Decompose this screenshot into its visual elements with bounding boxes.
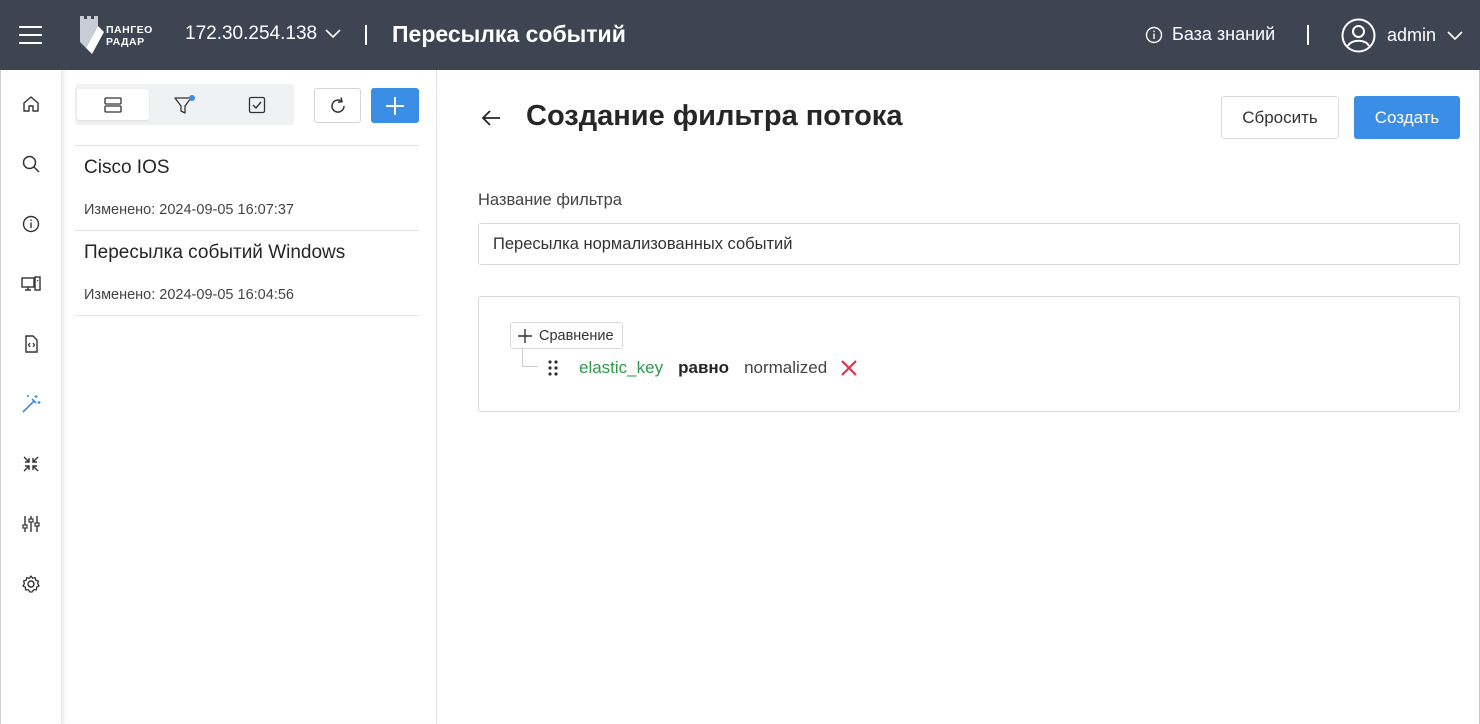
rule-operator[interactable]: равно xyxy=(678,358,729,378)
collapse-icon[interactable] xyxy=(19,452,43,476)
create-button[interactable]: Создать xyxy=(1354,96,1460,139)
add-comparison-button[interactable]: Сравнение xyxy=(510,322,623,349)
refresh-icon xyxy=(330,96,345,113)
rule-field[interactable]: elastic_key xyxy=(579,358,663,378)
filters-tab[interactable] xyxy=(149,89,221,120)
code-file-icon[interactable] xyxy=(19,332,43,356)
host-label: 172.30.254.138 xyxy=(185,23,318,44)
filter-name-input[interactable] xyxy=(478,223,1460,265)
plus-icon xyxy=(518,328,532,343)
list-item-modified: Изменено: 2024-09-05 16:07:37 xyxy=(84,202,294,218)
page-title: Создание фильтра потока xyxy=(526,100,903,132)
knowledge-base-label: База знаний xyxy=(1172,24,1276,44)
checkbox-icon xyxy=(248,96,266,113)
knowledge-base-link[interactable]: База знаний xyxy=(1145,24,1275,45)
tree-connector xyxy=(522,349,538,367)
home-icon[interactable] xyxy=(19,92,43,116)
logo: ПАНГЕО РАДАР xyxy=(78,14,168,56)
search-icon[interactable] xyxy=(19,152,43,176)
settings-icon[interactable] xyxy=(19,572,43,596)
user-menu[interactable]: admin xyxy=(1341,18,1463,53)
drag-handle-icon[interactable] xyxy=(547,359,559,377)
tasks-tab[interactable] xyxy=(221,89,293,120)
list-rows-icon xyxy=(104,96,122,113)
host-selector[interactable]: 172.30.254.138 xyxy=(185,23,341,45)
view-switcher xyxy=(75,84,294,125)
filter-icon xyxy=(174,94,195,114)
list-divider xyxy=(75,315,419,316)
list-view-tab[interactable] xyxy=(77,89,149,120)
app-section-title: Пересылка событий xyxy=(392,21,626,47)
magic-wand-icon[interactable] xyxy=(19,392,43,416)
comparison-rule: elastic_key равно normalized xyxy=(547,357,859,379)
logo-text-line-1: ПАНГЕО xyxy=(106,24,153,36)
back-arrow-icon[interactable] xyxy=(479,106,503,130)
refresh-button[interactable] xyxy=(314,88,361,123)
plus-icon xyxy=(386,96,404,115)
shield-logo-icon xyxy=(80,16,104,54)
query-builder: Сравнение elastic_key равно normalized xyxy=(478,296,1460,412)
divider xyxy=(365,25,367,45)
left-nav xyxy=(0,70,65,724)
rule-value[interactable]: normalized xyxy=(744,358,827,378)
devices-icon[interactable] xyxy=(19,272,43,296)
avatar-icon xyxy=(1341,18,1376,53)
logo-text-line-2: РАДАР xyxy=(106,36,145,48)
chevron-down-icon xyxy=(1447,30,1463,40)
filter-name-label: Название фильтра xyxy=(478,191,622,209)
sliders-icon[interactable] xyxy=(19,512,43,536)
close-icon[interactable] xyxy=(839,358,859,378)
top-bar: ПАНГЕО РАДАР 172.30.254.138 Пересылка со… xyxy=(0,0,1480,70)
list-item-title: Cisco IOS xyxy=(84,157,170,178)
filter-list-panel: Cisco IOS Изменено: 2024-09-05 16:07:37 … xyxy=(61,70,437,724)
username: admin xyxy=(1387,25,1437,45)
add-comparison-label: Сравнение xyxy=(539,327,614,344)
reset-button[interactable]: Сбросить xyxy=(1221,96,1339,139)
list-item-title: Пересылка событий Windows xyxy=(84,242,346,263)
chevron-down-icon xyxy=(325,29,341,39)
list-item[interactable]: Cisco IOS Изменено: 2024-09-05 16:07:37 xyxy=(75,146,419,230)
main-content: Создание фильтра потока Сбросить Создать… xyxy=(438,70,1480,724)
list-item[interactable]: Пересылка событий Windows Изменено: 2024… xyxy=(75,231,419,315)
divider xyxy=(1307,25,1309,45)
list-item-modified: Изменено: 2024-09-05 16:04:56 xyxy=(84,287,294,303)
hamburger-menu-icon[interactable] xyxy=(19,24,43,46)
add-filter-button[interactable] xyxy=(371,88,419,123)
info-icon[interactable] xyxy=(19,212,43,236)
info-circle-icon xyxy=(1145,26,1163,43)
